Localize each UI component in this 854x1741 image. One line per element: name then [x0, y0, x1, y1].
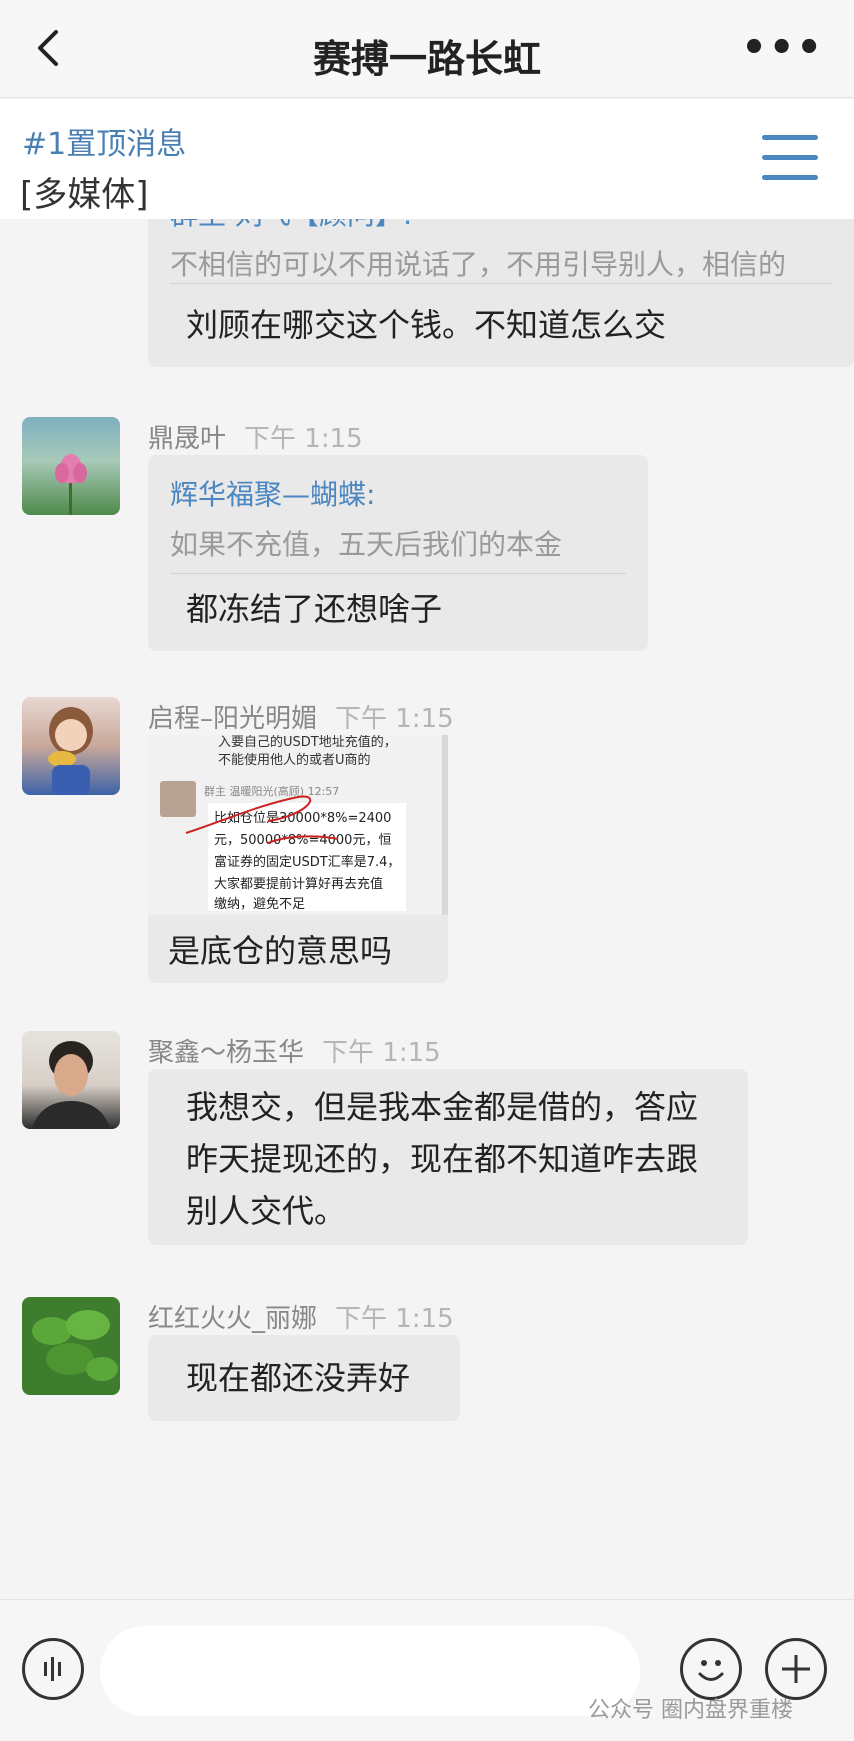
- message-bubble[interactable]: 辉华福聚—蝴蝶: 如果不充值，五天后我们的本金 都冻结了还想啥子: [148, 455, 648, 651]
- message-text: 现在都还没弄好: [186, 1359, 411, 1397]
- emoji-icon[interactable]: [680, 1638, 742, 1700]
- message-bubble[interactable]: 我想交，但是我本金都是借的，答应昨天提现还的，现在都不知道咋去跟别人交代。: [148, 1069, 748, 1245]
- quoted-sender: 辉华福聚—蝴蝶:: [170, 478, 376, 511]
- avatar[interactable]: [22, 1031, 120, 1129]
- sender-label: 鼎晟叶: [148, 424, 227, 454]
- girl-avatar-icon: [48, 707, 93, 795]
- input-bar: 公众号 圈内盘界重楼: [0, 1599, 854, 1741]
- quote-divider: [170, 573, 626, 574]
- message-bubble[interactable]: 入要自己的USDT地址充值的， 不能使用他人的或者U商的 群主 温暖阳光(高顾)…: [148, 735, 448, 983]
- pinned-message-bar[interactable]: #1置顶消息 [多媒体]: [0, 99, 854, 219]
- red-scribble-icon: [185, 795, 339, 844]
- quoted-sender: 群主 刘飞【顾问】:: [170, 219, 832, 233]
- top-bar: 赛搏一路长虹 •••: [0, 0, 854, 98]
- message-time: 下午 1:15: [322, 1038, 441, 1068]
- lotus-icon: [55, 454, 87, 515]
- quoted-text: 不相信的可以不用说话了，不用引导别人，相信的: [170, 248, 787, 281]
- message-bubble[interactable]: 现在都还没弄好: [148, 1335, 460, 1421]
- plus-icon: [782, 1655, 810, 1683]
- sender-label: 红红火火_丽娜: [148, 1304, 318, 1334]
- avatar[interactable]: [22, 417, 120, 515]
- chat-title: 赛搏一路长虹: [312, 37, 541, 81]
- avatar[interactable]: [22, 1297, 120, 1395]
- avatar[interactable]: [22, 697, 120, 795]
- message-text: 都冻结了还想啥子: [186, 590, 443, 628]
- pinned-content: [多媒体]: [20, 175, 149, 215]
- message-text: 我想交，但是我本金都是借的，答应昨天提现还的，现在都不知道咋去跟别人交代。: [186, 1088, 699, 1230]
- sender-name: 聚鑫～杨玉华 下午 1:15: [148, 1032, 441, 1069]
- sender-name: 启程–阳光明媚 下午 1:15: [148, 698, 454, 735]
- message-input[interactable]: [100, 1626, 640, 1716]
- sound-wave-icon: [44, 1657, 61, 1681]
- sender-label: 启程–阳光明媚: [148, 704, 318, 734]
- message-time: 下午 1:15: [335, 704, 454, 734]
- quoted-message[interactable]: 群主 刘飞【顾问】: 不相信的可以不用说话了，不用引导别人，相信的: [170, 219, 832, 283]
- quoted-message[interactable]: 辉华福聚—蝴蝶: 如果不充值，五天后我们的本金: [170, 473, 626, 563]
- plant-avatar-icon: [32, 1310, 118, 1381]
- pinned-title: #1置顶消息: [22, 127, 187, 162]
- quote-divider: [170, 283, 832, 284]
- quoted-text: 如果不充值，五天后我们的本金: [170, 528, 563, 561]
- more-options-icon[interactable]: •••: [741, 28, 824, 68]
- forwarded-image[interactable]: 入要自己的USDT地址充值的， 不能使用他人的或者U商的 群主 温暖阳光(高顾)…: [148, 735, 448, 915]
- watermark: 公众号 圈内盘界重楼: [588, 1698, 793, 1723]
- message-list[interactable]: 群主 刘飞【顾问】: 不相信的可以不用说话了，不用引导别人，相信的 刘顾在哪交这…: [0, 219, 854, 1599]
- pinned-list-icon[interactable]: [762, 135, 818, 183]
- message-text: 是底仓的意思吗: [168, 932, 393, 970]
- sender-label: 聚鑫～杨玉华: [148, 1038, 305, 1068]
- add-attachment-icon[interactable]: [765, 1638, 827, 1700]
- smiley-face-icon: [698, 1660, 724, 1681]
- message-bubble[interactable]: 群主 刘飞【顾问】: 不相信的可以不用说话了，不用引导别人，相信的 刘顾在哪交这…: [148, 219, 854, 367]
- sender-name: 红红火火_丽娜 下午 1:15: [148, 1298, 454, 1335]
- message-time: 下午 1:15: [335, 1304, 454, 1334]
- message-text: 刘顾在哪交这个钱。不知道怎么交: [186, 306, 667, 344]
- voice-input-icon[interactable]: [22, 1638, 84, 1700]
- message-time: 下午 1:15: [244, 424, 363, 454]
- woman-avatar-icon: [32, 1041, 110, 1129]
- sender-name: 鼎晟叶 下午 1:15: [148, 418, 363, 455]
